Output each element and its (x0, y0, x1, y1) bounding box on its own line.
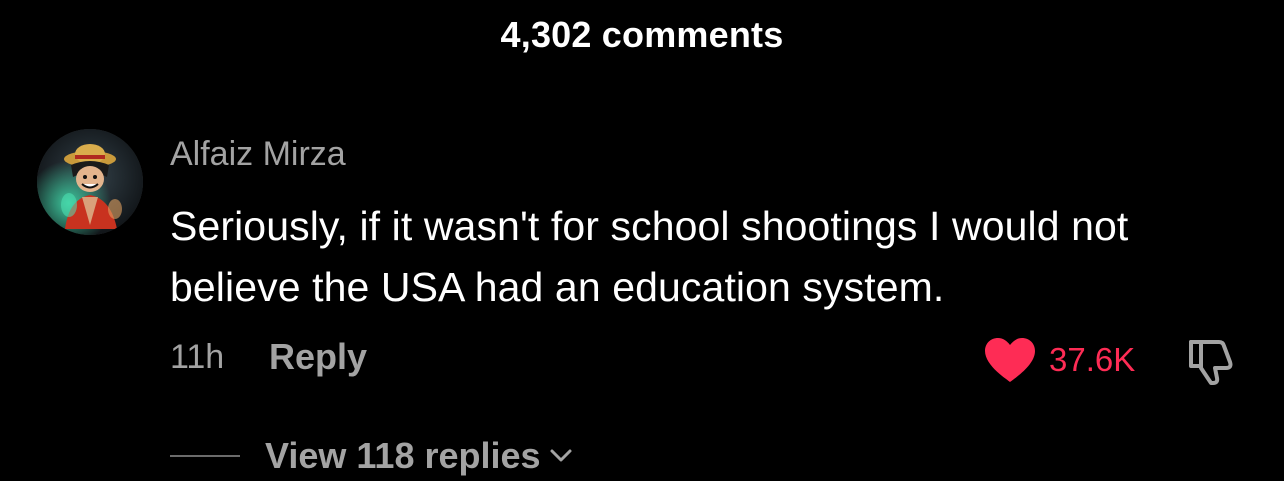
avatar-image (37, 129, 143, 235)
dislike-button[interactable] (1185, 336, 1237, 386)
view-replies-label: View 118 replies (265, 435, 541, 476)
like-button[interactable]: 37.6K (983, 335, 1135, 385)
username[interactable]: Alfaiz Mirza (170, 135, 346, 174)
comment-timestamp: 11h (170, 338, 225, 376)
replies-divider (170, 455, 240, 457)
comment-item: Alfaiz Mirza Seriously, if it wasn't for… (0, 0, 1284, 481)
heart-icon (985, 338, 1035, 382)
comment-text: Seriously, if it wasn't for school shoot… (170, 203, 1129, 310)
avatar[interactable] (37, 129, 143, 235)
reply-button[interactable]: Reply (269, 336, 367, 378)
thumbs-down-icon (1189, 340, 1233, 385)
chevron-down-icon (550, 449, 572, 462)
like-count: 37.6K (1049, 341, 1136, 378)
view-replies-button[interactable]: View 118 replies (265, 434, 573, 478)
